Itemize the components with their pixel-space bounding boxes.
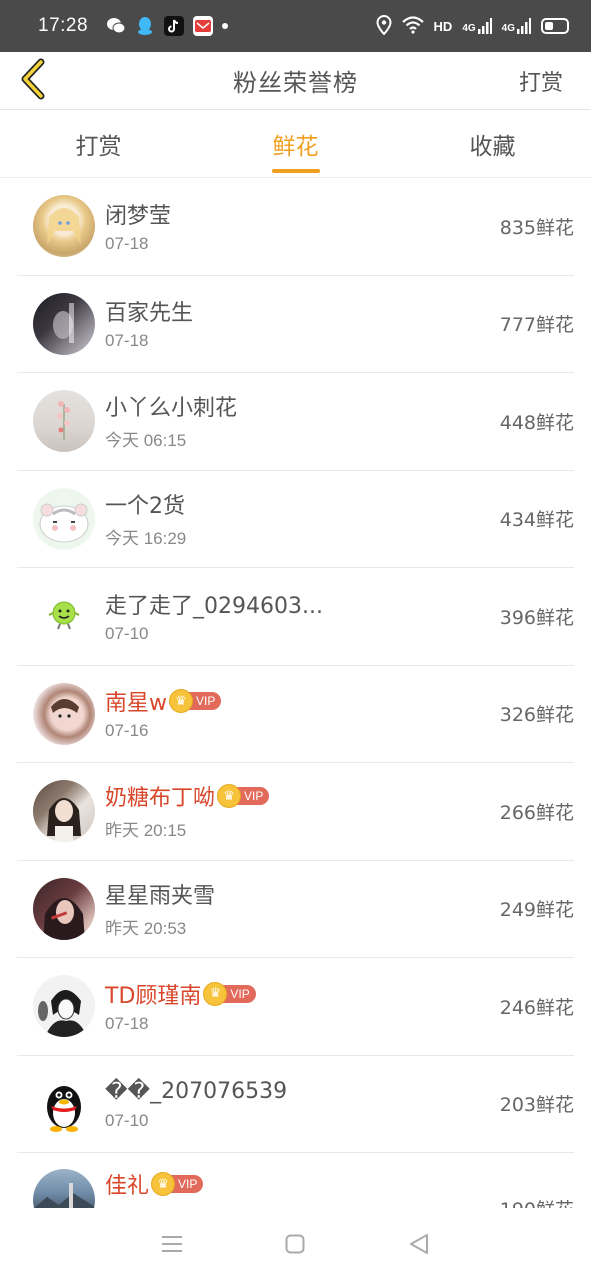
fan-date: 07-10: [105, 1111, 149, 1131]
fan-name: 小丫么小刺花: [105, 396, 238, 422]
flower-count: 434鲜花: [499, 509, 574, 532]
girl-photo-avatar: [33, 780, 95, 843]
flower-count: 777鲜花: [499, 314, 574, 337]
flower-count: 835鲜花: [499, 216, 574, 239]
fan-name: 百家先生: [105, 301, 194, 327]
child-photo-avatar: [33, 682, 95, 745]
tiktok-icon: [164, 16, 185, 36]
flower-count: 396鲜花: [499, 606, 574, 629]
flower-count: 203鲜花: [499, 1094, 574, 1117]
fan-date: 07-10: [105, 623, 149, 643]
vip-badge: ♛ VIP: [169, 689, 222, 714]
list-item[interactable]: 闭梦莹 07-18 835鲜花: [17, 178, 574, 276]
fan-date: 07-18: [105, 1013, 149, 1033]
bw-sketch-avatar: [33, 975, 95, 1038]
tab-flowers[interactable]: 鲜花: [197, 111, 394, 177]
anime-girl-avatar: [33, 195, 95, 258]
flower-count: 326鲜花: [499, 704, 574, 727]
vip-badge: ♛ VIP: [217, 784, 270, 809]
fan-name: 闭梦莹: [105, 203, 172, 229]
wechat-icon: [106, 16, 126, 36]
signal-4g-icon-2: 4G: [502, 18, 531, 34]
qq-icon: [135, 16, 155, 36]
chevron-left-icon: [21, 58, 45, 100]
tab-reward[interactable]: 打赏: [0, 111, 197, 177]
flower-photo-avatar: [33, 390, 95, 453]
crown-icon: ♛: [203, 981, 228, 1006]
fan-name: 星星雨夹雪: [105, 883, 216, 909]
list-item[interactable]: 星星雨夹雪 昨天 20:53 249鲜花: [17, 861, 574, 958]
smiley-face-avatar: [33, 585, 95, 648]
back-button[interactable]: [14, 56, 54, 102]
notification-icons: [106, 16, 229, 36]
menu-nav-button[interactable]: [152, 1224, 192, 1264]
flower-count: 448鲜花: [499, 411, 574, 434]
back-nav-button[interactable]: [399, 1224, 439, 1264]
status-right: HD 4G 4G: [376, 14, 569, 38]
tab-bar: 打赏 鲜花 收藏: [0, 111, 591, 178]
fan-date: 昨天 20:15: [105, 821, 187, 841]
flower-count: 266鲜花: [499, 801, 574, 824]
vip-badge: ♛ VIP: [151, 1172, 204, 1196]
hd-indicator: HD: [433, 18, 453, 34]
list-item[interactable]: ��_207076539 07-10 203鲜花: [17, 1056, 574, 1153]
list-item[interactable]: 一个2货 今天 16:29 434鲜花: [17, 471, 574, 568]
list-item[interactable]: 佳礼 ♛VIP 190鲜花: [17, 1153, 574, 1208]
fan-name: 一个2货: [105, 493, 185, 519]
vip-badge: ♛ VIP: [203, 981, 256, 1006]
location-icon: [376, 14, 392, 38]
penguin-avatar: [33, 1072, 95, 1135]
list-item[interactable]: 走了走了_0294603... 07-10 396鲜花: [17, 568, 574, 666]
fan-ranking-list: 闭梦莹 07-18 835鲜花 百家先生 07-18 777鲜花 小丫么小刺花 …: [0, 178, 591, 1208]
battery-icon: [541, 18, 569, 34]
crown-icon: ♛: [151, 1172, 176, 1196]
status-bar: 17:28 HD 4G 4G: [0, 0, 591, 52]
fan-date: 07-16: [105, 721, 149, 741]
flower-count: 246鲜花: [499, 996, 574, 1019]
fan-date: 今天 16:29: [105, 528, 187, 548]
list-item[interactable]: 奶糖布丁呦 ♛ VIP 昨天 20:15 266鲜花: [17, 763, 574, 861]
triangle-back-icon: [410, 1234, 429, 1254]
fan-name: 南星w: [105, 691, 167, 717]
home-nav-button[interactable]: [275, 1224, 315, 1264]
mail-app-icon: [193, 16, 214, 36]
cartoon-hamster-avatar: [33, 487, 95, 550]
reward-header-button[interactable]: 打赏: [519, 52, 563, 110]
list-item[interactable]: 百家先生 07-18 777鲜花: [17, 276, 574, 373]
fan-name: 佳礼: [105, 1174, 150, 1199]
system-nav-bar: [0, 1208, 591, 1280]
page-header: 粉丝荣誉榜 打赏: [0, 52, 591, 110]
page-title: 粉丝荣誉榜: [233, 69, 358, 97]
signal-4g-icon: 4G: [462, 18, 492, 34]
menu-icon: [161, 1236, 182, 1252]
list-item[interactable]: TD顾瑾南 ♛ VIP 07-18 246鲜花: [17, 958, 574, 1056]
list-item[interactable]: 南星w ♛ VIP 07-16 326鲜花: [17, 666, 574, 763]
fan-name: ��_207076539: [105, 1078, 288, 1104]
status-time: 17:28: [38, 15, 89, 36]
fan-name: 走了走了_0294603...: [105, 593, 323, 619]
fan-date: 07-18: [105, 233, 149, 253]
more-notifications-dot: [222, 23, 229, 29]
wifi-icon: [401, 15, 424, 37]
fan-date: 昨天 20:53: [105, 918, 187, 938]
list-item[interactable]: 小丫么小刺花 今天 06:15 448鲜花: [17, 373, 574, 471]
flower-count: 190鲜花: [500, 1195, 574, 1208]
woman-photo-avatar: [33, 877, 95, 940]
fan-name: TD顾瑾南: [105, 983, 202, 1009]
flower-count: 249鲜花: [499, 899, 574, 922]
tab-favorites[interactable]: 收藏: [394, 111, 591, 177]
fan-date: 07-18: [105, 331, 149, 351]
dark-photo-avatar: [33, 292, 95, 355]
home-square-icon: [285, 1234, 305, 1254]
fan-name: 奶糖布丁呦: [105, 786, 216, 812]
fan-date: 今天 06:15: [105, 431, 187, 451]
landscape-photo-avatar: [33, 1169, 95, 1208]
